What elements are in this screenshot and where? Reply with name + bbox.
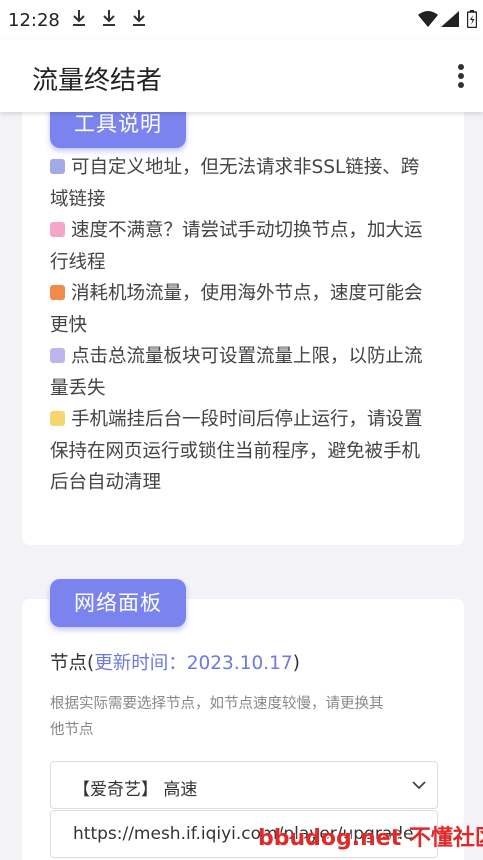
- scroll-content[interactable]: 工具说明 可自定义地址，但无法请求非SSL链接、跨域链接速度不满意？请尝试手动切…: [0, 112, 483, 860]
- signal-icon: [441, 11, 459, 31]
- tool-description-text: 更快: [50, 314, 88, 336]
- bullet-square-icon: [50, 222, 65, 237]
- tool-description-line: 后台自动清理: [50, 467, 450, 499]
- download-icon: [102, 9, 116, 31]
- tool-description-text: 保持在网页运行或锁住当前程序，避免被手机: [50, 440, 421, 462]
- tool-description-line: 可自定义地址，但无法请求非SSL链接、跨: [50, 152, 450, 184]
- tool-description-line: 消耗机场流量，使用海外节点，速度可能会: [50, 278, 450, 310]
- node-label-row: 节点(更新时间：2023.10.17): [50, 653, 300, 674]
- tool-description-card: 工具说明 可自定义地址，但无法请求非SSL链接、跨域链接速度不满意？请尝试手动切…: [22, 112, 464, 545]
- download-icon: [132, 9, 146, 31]
- tool-description-list: 可自定义地址，但无法请求非SSL链接、跨域链接速度不满意？请尝试手动切换节点，加…: [50, 152, 450, 499]
- more-vert-icon[interactable]: [448, 64, 474, 92]
- watermark: bbudog.net 不懂社区: [258, 826, 483, 851]
- status-bar: 12:28: [0, 0, 483, 40]
- tool-card-title: 工具说明: [50, 112, 186, 148]
- download-icon: [72, 9, 86, 31]
- network-card-title: 网络面板: [50, 579, 186, 627]
- tool-description-text: 速度不满意？请尝试手动切换节点，加大运: [71, 220, 423, 241]
- tool-description-text: 消耗机场流量，使用海外节点，速度可能会: [71, 283, 423, 304]
- status-time: 12:28: [8, 10, 60, 31]
- tool-description-line: 行线程: [50, 247, 450, 279]
- selected-node: 【爱奇艺】 高速: [73, 780, 198, 800]
- app-bar: 流量终结者: [0, 40, 483, 112]
- tool-description-line: 保持在网页运行或锁住当前程序，避免被手机: [50, 436, 450, 468]
- tool-description-text: 域链接: [50, 188, 106, 210]
- bullet-square-icon: [50, 159, 65, 174]
- app-title: 流量终结者: [32, 66, 163, 96]
- tool-description-line: 点击总流量板块可设置流量上限，以防止流: [50, 341, 450, 373]
- tool-description-text: 点击总流量板块可设置流量上限，以防止流: [71, 346, 423, 367]
- tool-description-line: 量丢失: [50, 373, 450, 405]
- tool-description-text: 后台自动清理: [50, 472, 162, 493]
- bullet-square-icon: [50, 411, 65, 426]
- tool-description-line: 手机端挂后台一段时间后停止运行，请设置: [50, 404, 450, 436]
- update-time-prefix: 更新时间：: [94, 653, 187, 674]
- node-label: 节点: [50, 653, 88, 674]
- battery-icon: [466, 10, 478, 32]
- tool-description-line: 速度不满意？请尝试手动切换节点，加大运: [50, 215, 450, 247]
- tool-description-line: 域链接: [50, 184, 450, 216]
- hint-line: 根据实际需要选择节点，如节点速度较慢，请更换其: [50, 696, 384, 712]
- update-time: 2023.10.17: [186, 653, 293, 674]
- node-hint: 根据实际需要选择节点，如节点速度较慢，请更换其 他节点: [50, 691, 440, 743]
- bullet-square-icon: [50, 348, 65, 363]
- chevron-down-icon: [411, 776, 427, 798]
- wifi-icon: [418, 11, 438, 31]
- tool-description-line: 更快: [50, 310, 450, 342]
- tool-description-text: 行线程: [50, 251, 106, 273]
- node-select[interactable]: 【爱奇艺】 高速: [50, 761, 438, 809]
- tool-description-text: 可自定义地址，但无法请求非SSL链接、跨: [71, 157, 420, 178]
- tool-description-text: 手机端挂后台一段时间后停止运行，请设置: [71, 409, 423, 430]
- bullet-square-icon: [50, 285, 65, 300]
- tool-description-text: 量丢失: [50, 377, 106, 399]
- hint-line: 他节点: [50, 722, 94, 738]
